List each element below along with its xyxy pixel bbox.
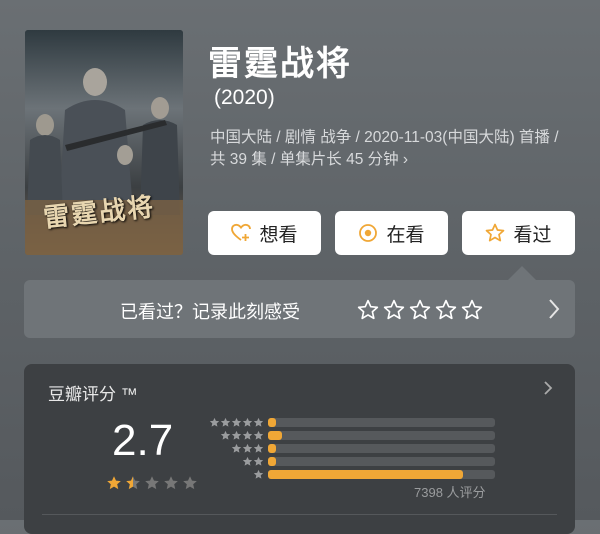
- rate-star-4[interactable]: [435, 299, 457, 321]
- want-to-watch-button[interactable]: 想看: [208, 211, 321, 255]
- bar-fill: [268, 418, 276, 427]
- bar-track: [268, 431, 495, 440]
- score-star-1: [107, 476, 121, 490]
- small-star-icon: [242, 417, 253, 427]
- small-star-icon: [242, 456, 253, 466]
- bar-track: [268, 457, 495, 466]
- bubble-pointer: [508, 266, 536, 280]
- bar-track: [268, 418, 495, 427]
- rating-distribution: [204, 416, 504, 481]
- bar-star-label: [209, 417, 264, 428]
- rating-score: 2.7: [112, 416, 174, 465]
- score-star-5: [183, 476, 197, 490]
- want-to-watch-label: 想看: [259, 224, 298, 246]
- heart-plus-icon: [231, 223, 252, 243]
- record-feeling-bar[interactable]: 已看过？记录此刻感受: [24, 280, 575, 338]
- bar-fill: [268, 470, 464, 479]
- record-feeling-prompt: 已看过？记录此刻感受: [120, 302, 300, 322]
- chevron-right-icon[interactable]: [543, 380, 553, 401]
- bar-fill: [268, 457, 276, 466]
- small-star-icon: [231, 417, 242, 427]
- bar-star-label: [242, 456, 264, 467]
- score-star-3: [145, 476, 159, 490]
- rating-bar-2-star: [204, 455, 504, 468]
- rating-bar-5-star: [204, 416, 504, 429]
- rating-stars-input[interactable]: [357, 299, 483, 321]
- rating-bar-3-star: [204, 442, 504, 455]
- bar-star-label: [220, 430, 264, 441]
- bar-star-label: [231, 443, 264, 454]
- watched-label: 看过: [513, 224, 552, 246]
- small-star-icon: [220, 417, 231, 427]
- small-star-icon: [209, 417, 220, 427]
- divider: [42, 514, 557, 515]
- release-year: (2020): [214, 86, 275, 109]
- rating-bar-4-star: [204, 429, 504, 442]
- small-star-icon: [253, 417, 264, 427]
- small-star-icon: [253, 456, 264, 466]
- movie-meta-info[interactable]: 中国大陆 / 剧情 战争 / 2020-11-03(中国大陆) 首播 / 共 3…: [210, 127, 570, 171]
- small-star-icon: [220, 430, 231, 440]
- rating-bar-1-star: [204, 468, 504, 481]
- rating-panel-title: 豆瓣评分 ™: [48, 385, 138, 404]
- rate-star-5[interactable]: [461, 299, 483, 321]
- poster-image[interactable]: 雷霆战将: [25, 30, 183, 255]
- score-star-2-half: [126, 476, 140, 490]
- small-star-icon: [253, 469, 264, 479]
- rating-count: 7398 人评分: [414, 485, 486, 500]
- bar-track: [268, 470, 495, 479]
- rate-star-1[interactable]: [357, 299, 379, 321]
- page-title: 雷霆战将: [208, 45, 352, 83]
- target-icon: [358, 223, 378, 243]
- bar-fill: [268, 431, 282, 440]
- rate-star-3[interactable]: [409, 299, 431, 321]
- small-star-icon: [242, 443, 253, 453]
- small-star-icon: [231, 443, 242, 453]
- chevron-right-icon[interactable]: [547, 297, 561, 326]
- small-star-icon: [253, 443, 264, 453]
- watching-label: 在看: [386, 224, 425, 246]
- watched-button[interactable]: 看过: [462, 211, 575, 255]
- small-star-icon: [242, 430, 253, 440]
- bar-fill: [268, 444, 276, 453]
- star-outline-icon: [485, 223, 505, 243]
- watching-button[interactable]: 在看: [335, 211, 448, 255]
- small-star-icon: [253, 430, 264, 440]
- bar-track: [268, 444, 495, 453]
- rate-star-2[interactable]: [383, 299, 405, 321]
- score-star-4: [164, 476, 178, 490]
- score-stars: [106, 475, 198, 491]
- bar-star-label: [253, 469, 264, 480]
- douban-rating-panel[interactable]: 豆瓣评分 ™ 2.7 7398 人评分: [24, 364, 575, 534]
- small-star-icon: [231, 430, 242, 440]
